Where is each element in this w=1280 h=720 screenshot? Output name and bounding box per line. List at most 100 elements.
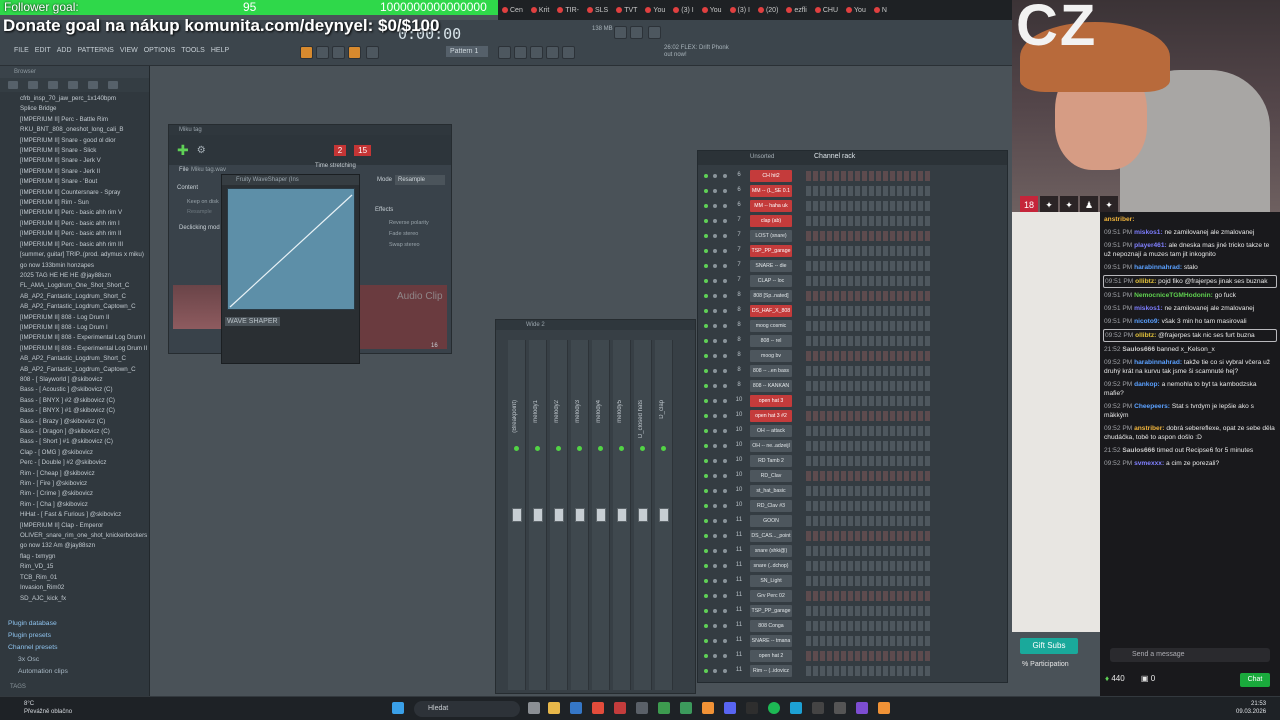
mode-select[interactable]: Resample [395,175,445,185]
browser-item[interactable]: Rim - [ Fire ] @skibovicz [20,479,149,489]
browser-item[interactable]: [IMPERIUM II] Snare - Slick [20,146,149,156]
step-sequencer[interactable] [806,456,932,466]
browser-tab[interactable]: You [641,7,669,14]
mixer-strip[interactable]: melody3 [571,340,589,690]
channel-name-button[interactable]: MM -- haha uk [750,200,792,212]
channel-vol-icon[interactable] [723,399,727,403]
channel-name-button[interactable]: TSP_PP_garage [750,605,792,617]
channel-vol-icon[interactable] [723,324,727,328]
rack-filter[interactable]: Unsorted [750,154,774,160]
browser-icon[interactable] [562,46,575,59]
menu-item-edit[interactable]: EDIT [35,47,51,54]
browser-back-icon[interactable] [8,81,18,89]
file-explorer-icon[interactable] [548,702,560,714]
channel-pan-icon[interactable] [713,339,717,343]
channel-pan-icon[interactable] [713,429,717,433]
menu-item-patterns[interactable]: PATTERNS [78,47,114,54]
browser-item[interactable]: Bass - [ BNYX ] #1 @skibovicz (C) [20,406,149,416]
undo-icon[interactable] [614,26,627,39]
channel-row[interactable]: 11 808 Conga [698,619,1009,634]
browser-tab[interactable]: (3) I [726,7,754,14]
browser-item[interactable]: [IMPERIUM II] Snare - Jerk II [20,167,149,177]
browser-item[interactable]: [IMPERIUM II] Perc - basic ahh rim III [20,240,149,250]
browser-item[interactable]: [IMPERIUM II] Clap - Emperor [20,521,149,531]
step-sequencer[interactable] [806,486,932,496]
channel-pan-icon[interactable] [713,519,717,523]
channel-mixer-track[interactable]: 11 [734,637,744,643]
channel-mixer-track[interactable]: 11 [734,577,744,583]
channel-mixer-track[interactable]: 11 [734,667,744,673]
channel-led-icon[interactable] [704,654,708,658]
mixer-fader[interactable] [512,508,522,522]
fl-studio-icon[interactable] [702,702,714,714]
browser-item[interactable]: Bass - [ Brazy ] @skibovicz (C) [20,417,149,427]
channel-name-button[interactable]: TSP_PP_garage [750,245,792,257]
channel-row[interactable]: 10 OH -- ne..adzeijl [698,439,1009,454]
channel-row[interactable]: 11 GOON [698,514,1009,529]
step-sequencer[interactable] [806,291,932,301]
channel-name-button[interactable]: st_hat_basic [750,485,792,497]
app-icon[interactable] [636,702,648,714]
browser-item[interactable]: Bass - [ BNYX ] #2 @skibovicz (C) [20,396,149,406]
channel-pan-icon[interactable] [713,444,717,448]
browser-item[interactable]: cfrb_insp_70_jaw_perc_1x140bpm [20,94,149,104]
channel-vol-icon[interactable] [723,519,727,523]
browser-tab[interactable]: TIR- [553,7,583,14]
mixer-fader[interactable] [533,508,543,522]
channel-mixer-track[interactable]: 10 [734,502,744,508]
channel-mixer-track[interactable]: 8 [734,322,744,328]
channel-pan-icon[interactable] [713,369,717,373]
chat-username[interactable]: Saulos666 [1122,447,1155,454]
channel-pan-icon[interactable] [713,639,717,643]
channel-pan-icon[interactable] [713,189,717,193]
chat-username[interactable]: miskos1: [1134,229,1163,236]
channel-led-icon[interactable] [704,594,708,598]
browser-tab[interactable]: Krit [527,7,554,14]
channel-led-icon[interactable] [704,534,708,538]
channel-led-icon[interactable] [704,579,708,583]
channel-name-button[interactable]: clap (ab) [750,215,792,227]
channel-mixer-track[interactable]: 10 [734,442,744,448]
step-sequencer[interactable] [806,381,932,391]
menu-item-view[interactable]: VIEW [120,47,138,54]
step-sequencer[interactable] [806,306,932,316]
channel-pan-icon[interactable] [713,294,717,298]
channel-vol-icon[interactable] [723,369,727,373]
step-sequencer[interactable] [806,606,932,616]
channel-mixer-track[interactable]: 8 [734,352,744,358]
channel-name-button[interactable]: RD_Clav [750,470,792,482]
app-icon[interactable] [658,702,670,714]
browser-item[interactable]: TCB_Rim_01 [20,573,149,583]
points-value[interactable]: 440 [1111,674,1124,683]
step-sequencer[interactable] [806,501,932,511]
channel-name-button[interactable]: open hat 3 #2 [750,410,792,422]
channel-led-icon[interactable] [704,414,708,418]
channel-vol-icon[interactable] [723,234,727,238]
channel-name-button[interactable]: SNARE -- die [750,260,792,272]
fl-studio-icon[interactable] [878,702,890,714]
channel-led-icon[interactable] [704,429,708,433]
browser-tab[interactable]: You [698,7,726,14]
browser-item[interactable]: [IMPERIUM II] Perc - Battle Rim [20,115,149,125]
app-icon[interactable] [790,702,802,714]
channel-row[interactable]: 6 MM -- (L_SE 0.1 [698,184,1009,199]
browser-tab[interactable]: Cen [498,7,527,14]
chrome-icon[interactable] [592,702,604,714]
task-view-icon[interactable] [528,702,540,714]
step-sequencer[interactable] [806,276,932,286]
channel-mixer-track[interactable]: 8 [734,307,744,313]
channel-led-icon[interactable] [704,369,708,373]
chat-username[interactable]: anstriber: [1134,425,1164,432]
menu-item-file[interactable]: FILE [14,47,29,54]
step-sequencer[interactable] [806,666,932,676]
play-mode-icon[interactable] [300,46,313,59]
channel-pan-icon[interactable] [713,399,717,403]
gift-subs-button[interactable]: Gift Subs [1020,638,1078,654]
channel-vol-icon[interactable] [723,594,727,598]
step-sequencer[interactable] [806,651,932,661]
browser-item[interactable]: 2025 TAG HE HE HE @jay88szn [20,271,149,281]
channel-mixer-track[interactable]: 7 [734,247,744,253]
step-sequencer[interactable] [806,636,932,646]
channel-vol-icon[interactable] [723,309,727,313]
channel-mixer-track[interactable]: 7 [734,232,744,238]
